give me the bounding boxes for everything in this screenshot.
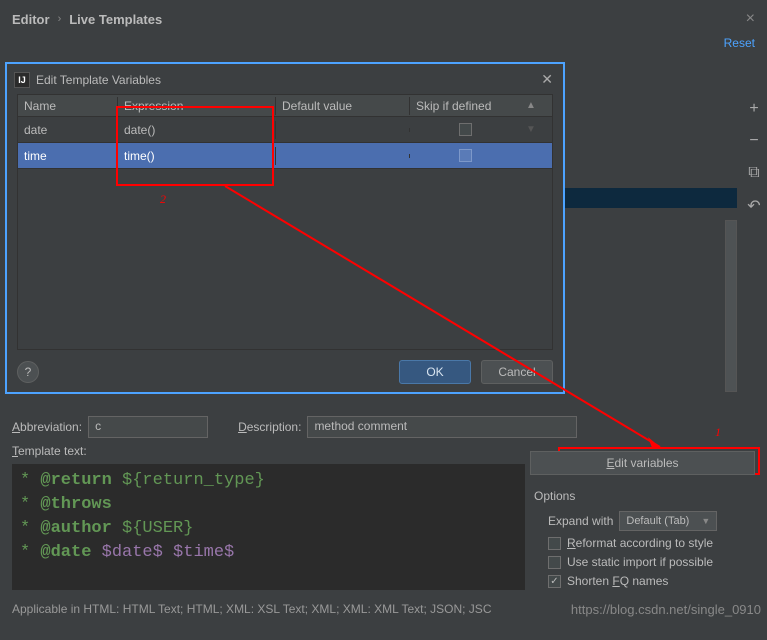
expand-with-label: Expand with [548,514,613,528]
variables-table: Name Expression Default value Skip if de… [17,94,553,350]
shorten-fq-checkbox[interactable] [548,575,561,588]
table-row[interactable]: time time() [18,143,552,169]
skip-checkbox[interactable] [459,123,472,136]
template-text-editor[interactable]: * @return ${return_type} * @throws * @au… [12,464,525,590]
reset-link[interactable]: Reset [724,36,755,50]
crumb-live-templates[interactable]: Live Templates [69,12,162,27]
skip-checkbox[interactable] [459,149,472,162]
chevron-right-icon: › [58,13,62,25]
remove-icon[interactable]: − [749,132,758,150]
add-icon[interactable]: + [749,100,758,118]
options-label: Options [534,489,765,503]
abbreviation-label: Abbreviation: [12,420,82,434]
cell-expression[interactable]: date() [118,121,276,139]
reformat-checkbox[interactable] [548,537,561,550]
dialog-close-icon[interactable]: ✕ [541,71,553,88]
move-down-icon[interactable]: ▼ [526,124,536,135]
options-group: Options Expand with Default (Tab)▼ Refor… [530,489,765,588]
abbreviation-input[interactable]: c [88,416,208,438]
static-import-checkbox[interactable] [548,556,561,569]
cell-default[interactable] [276,128,410,132]
undo-icon[interactable]: ↶ [747,196,760,216]
cell-expression[interactable]: time() [118,147,276,165]
dialog-footer: ? OK Cancel [7,350,563,392]
intellij-icon: IJ [14,72,30,88]
ok-button[interactable]: OK [399,360,471,384]
cell-default[interactable] [276,154,410,158]
toolbar: + − ⧉ ↶ [743,100,765,216]
applicable-in-text: Applicable in HTML: HTML Text; HTML; XML… [12,602,572,616]
cancel-button[interactable]: Cancel [481,360,553,384]
col-default[interactable]: Default value [276,97,410,115]
close-icon[interactable]: × [746,10,755,28]
scrollbar[interactable] [725,220,737,392]
expand-with-combo[interactable]: Default (Tab)▼ [619,511,717,531]
reformat-label: Reformat according to style [567,536,713,550]
watermark: https://blog.csdn.net/single_0910 [571,602,761,617]
help-button[interactable]: ? [17,361,39,383]
dialog-title: Edit Template Variables [36,73,535,87]
shorten-fq-label: Shorten FQ names [567,574,668,588]
copy-icon[interactable]: ⧉ [748,164,759,182]
col-skip[interactable]: Skip if defined [410,97,520,115]
move-up-icon[interactable]: ▲ [526,100,536,111]
cell-name[interactable]: time [18,147,118,165]
table-row[interactable]: date date() ▼ [18,117,552,143]
chevron-down-icon: ▼ [701,516,710,526]
static-import-label: Use static import if possible [567,555,713,569]
description-label: Description: [238,420,301,434]
side-panel: Edit variables Options Expand with Defau… [530,444,765,593]
annotation-label-2: 2 [160,192,166,207]
dialog-header: IJ Edit Template Variables ✕ [7,64,563,90]
breadcrumb: Editor › Live Templates × [0,0,767,28]
col-expression[interactable]: Expression [118,97,276,115]
edit-variables-button[interactable]: Edit variables [530,451,755,475]
crumb-editor[interactable]: Editor [12,12,50,27]
description-input[interactable]: method comment [307,416,577,438]
cell-name[interactable]: date [18,121,118,139]
col-name[interactable]: Name [18,97,118,115]
list-selection-bg [565,188,737,208]
edit-template-variables-dialog: IJ Edit Template Variables ✕ Name Expres… [5,62,565,394]
table-header: Name Expression Default value Skip if de… [18,95,552,117]
